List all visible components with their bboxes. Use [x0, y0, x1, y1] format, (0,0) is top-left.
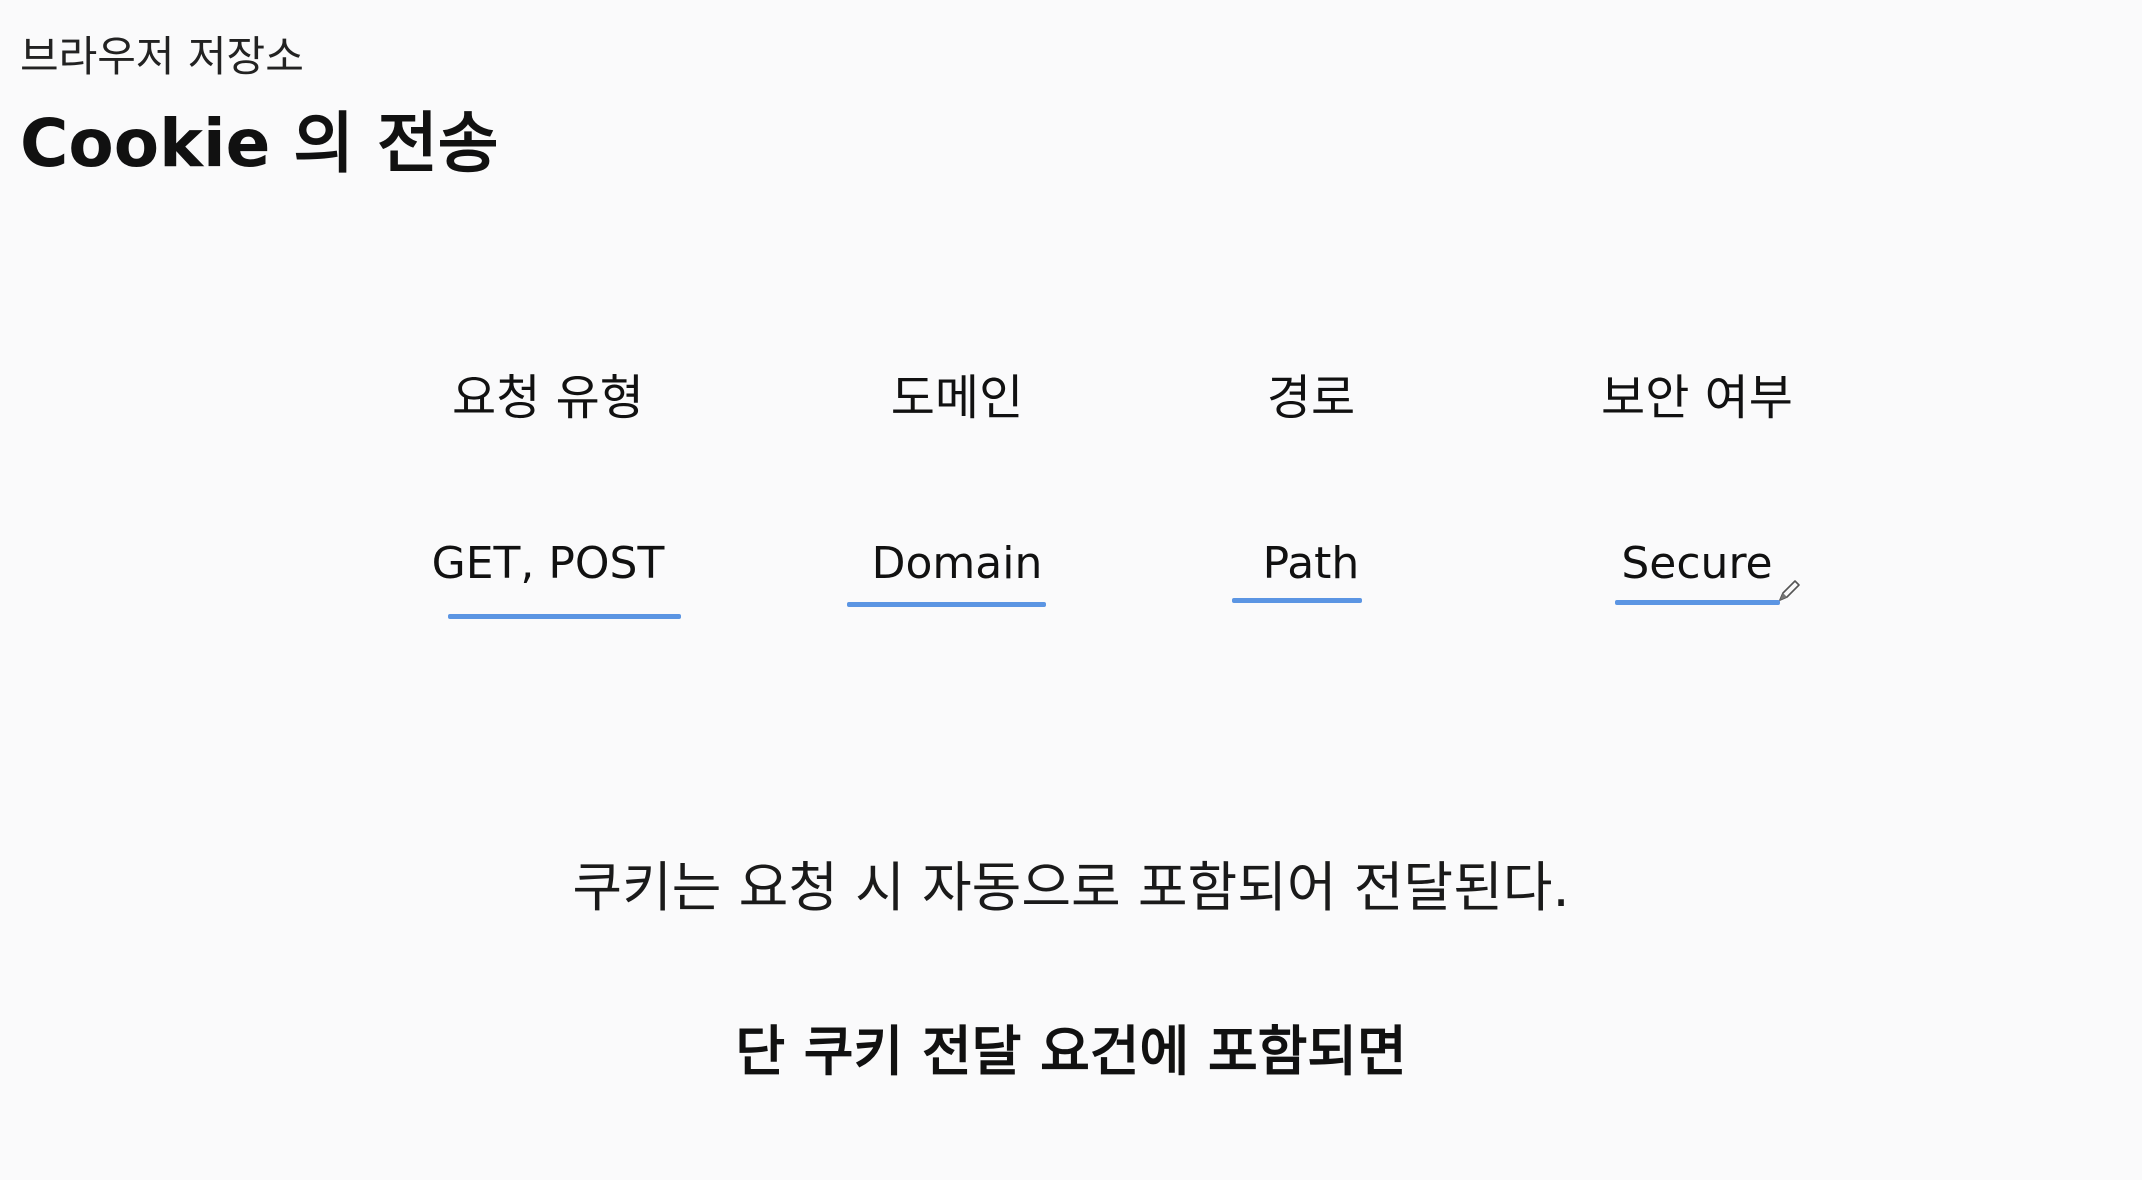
- column-secure: 보안 여부 Secure: [1601, 370, 1793, 589]
- column-domain: 도메인 Domain: [872, 370, 1043, 589]
- underline-domain: [847, 602, 1046, 607]
- column-value: GET, POST: [431, 538, 665, 589]
- column-value: Domain: [871, 538, 1043, 589]
- column-heading: 보안 여부: [1601, 370, 1793, 426]
- column-value: Secure: [1621, 538, 1773, 589]
- column-heading: 요청 유형: [452, 370, 644, 426]
- emphasis-text: 단 쿠키 전달 요건에 포함되면: [735, 1020, 1407, 1083]
- column-path: 경로 Path: [1263, 370, 1360, 589]
- section-label: 브라우저 저장소: [20, 32, 304, 81]
- column-request-type: 요청 유형 GET, POST: [432, 370, 665, 589]
- slide-title: Cookie 의 전송: [20, 105, 499, 182]
- column-value: Path: [1262, 538, 1360, 589]
- pen-icon: [1779, 580, 1800, 601]
- underline-secure: [1615, 600, 1780, 605]
- column-heading: 경로: [1266, 370, 1356, 426]
- description-text: 쿠키는 요청 시 자동으로 포함되어 전달된다.: [572, 856, 1570, 919]
- underline-path: [1232, 598, 1362, 603]
- column-heading: 도메인: [890, 370, 1024, 426]
- slide: 브라우저 저장소 Cookie 의 전송 요청 유형 GET, POST 도메인…: [0, 0, 2142, 1180]
- underline-request-type: [448, 614, 681, 619]
